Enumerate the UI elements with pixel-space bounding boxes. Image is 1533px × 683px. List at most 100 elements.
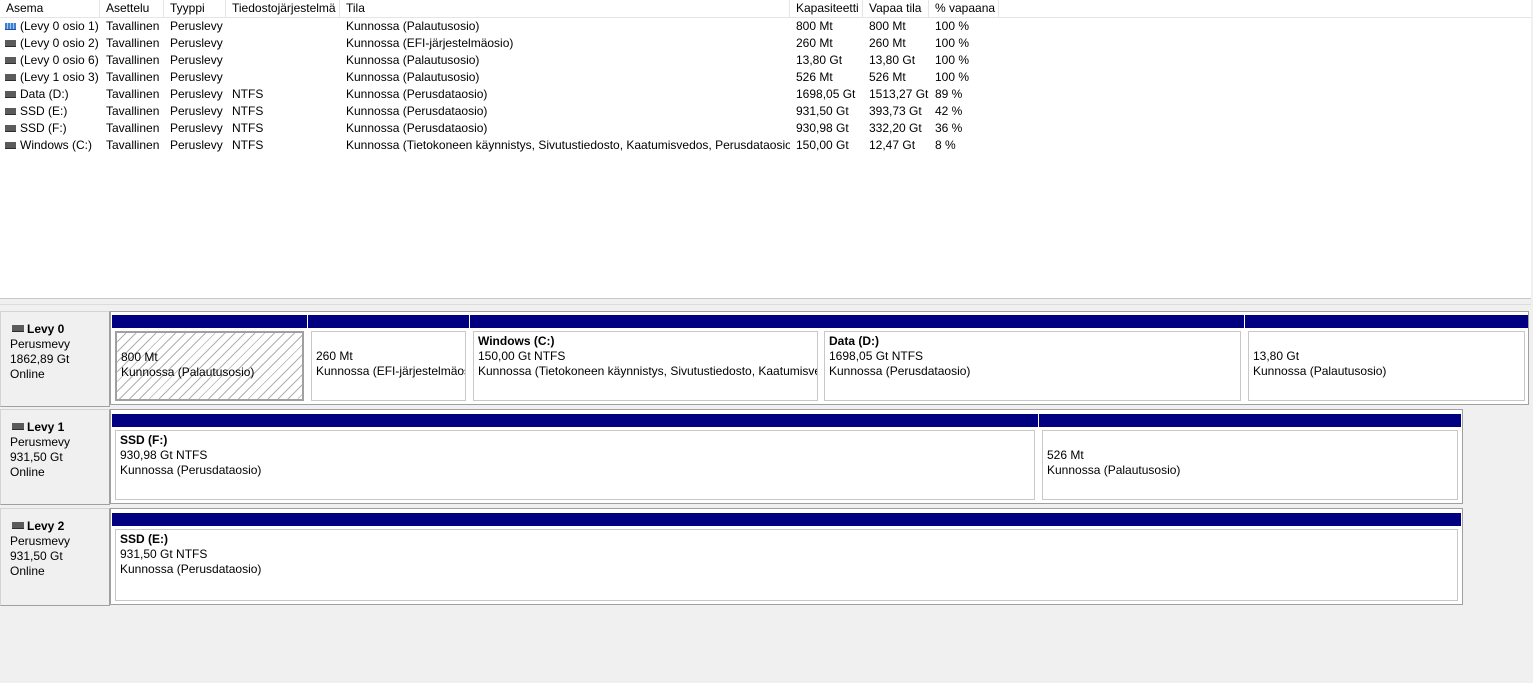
column-header-row: Asema Asettelu Tyyppi Tiedostojärjestelm…	[0, 0, 1531, 18]
partition-name	[316, 334, 465, 349]
partition-body: 800 Mt Kunnossa (Palautusosio)	[115, 331, 304, 401]
partition-ssd-f[interactable]: SSD (F:) 930,98 Gt NTFS Kunnossa (Perusd…	[112, 414, 1038, 502]
partition-status: Kunnossa (Perusdataosio)	[120, 463, 262, 477]
partition-header-bar	[112, 513, 1461, 526]
volume-type: Peruslevy	[170, 70, 223, 84]
volume-icon	[5, 108, 16, 115]
volume-row[interactable]: Windows (C:) Tavallinen Peruslevy NTFS Kunno…	[0, 137, 1000, 154]
partition-status: Kunnossa (Perusdataosio)	[120, 562, 262, 576]
partition-header-bar	[1039, 414, 1461, 427]
volume-filesystem	[232, 18, 340, 35]
column-header-volume[interactable]: Asema	[0, 0, 100, 17]
disk-1-label[interactable]: Levy 1 Perusmevy 931,50 Gt Online	[0, 409, 110, 505]
volume-layout: Tavallinen	[106, 36, 160, 50]
volume-free-space: 332,20 Gt	[869, 121, 922, 135]
volume-layout: Tavallinen	[106, 70, 160, 84]
volume-row[interactable]: Data (D:) Tavallinen Peruslevy NTFS Kunnossa…	[0, 86, 1000, 103]
volume-free-space: 526 Mt	[869, 70, 906, 84]
partition-data-d[interactable]: Data (D:) 1698,05 Gt NTFS Kunnossa (Peru…	[821, 315, 1244, 403]
volume-layout: Tavallinen	[106, 87, 160, 101]
volume-free-space: 12,47 Gt	[869, 138, 916, 152]
disk-2-label[interactable]: Levy 2 Perusmevy 931,50 Gt Online	[0, 508, 110, 606]
partition-size: 150,00 Gt NTFS	[478, 349, 566, 363]
volume-status: Kunnossa (Palautusosio)	[346, 53, 480, 67]
column-header-type[interactable]: Tyyppi	[164, 0, 226, 17]
volume-row[interactable]: SSD (E:) Tavallinen Peruslevy NTFS Kunnossa …	[0, 103, 1000, 120]
partition-disk0-6[interactable]: 13,80 Gt Kunnossa (Palautusosio)	[1245, 315, 1528, 403]
volume-filesystem	[232, 69, 340, 86]
volume-name: (Levy 0 osio 2)	[20, 36, 99, 50]
partition-disk0-1[interactable]: 800 Mt Kunnossa (Palautusosio)	[112, 315, 307, 403]
partition-header-bar	[308, 315, 469, 328]
volume-capacity: 931,50 Gt	[796, 104, 849, 118]
volume-layout: Tavallinen	[106, 138, 160, 152]
partition-body: 526 Mt Kunnossa (Palautusosio)	[1042, 430, 1458, 500]
volume-layout: Tavallinen	[106, 121, 160, 135]
partition-ssd-e[interactable]: SSD (E:) 931,50 Gt NTFS Kunnossa (Perusd…	[112, 513, 1461, 603]
volume-name: (Levy 0 osio 6)	[20, 53, 99, 67]
partition-body: 13,80 Gt Kunnossa (Palautusosio)	[1248, 331, 1525, 401]
partition-size: 1698,05 Gt NTFS	[829, 349, 924, 363]
volume-row[interactable]: (Levy 1 osio 3) Tavallinen Peruslevy Kunnos…	[0, 69, 1000, 86]
volume-row[interactable]: (Levy 0 osio 6) Tavallinen Peruslevy Kunnos…	[0, 52, 1000, 69]
partition-status: Kunnossa (Perusdataosio)	[829, 364, 971, 378]
partition-size: 930,98 Gt NTFS	[120, 448, 208, 462]
volume-status: Kunnossa (EFI-järjestelmäosio)	[346, 36, 514, 50]
partition-body: Windows (C:) 150,00 Gt NTFS Kunnossa (Ti…	[473, 331, 818, 401]
volume-filesystem: NTFS	[232, 121, 264, 135]
volume-capacity: 150,00 Gt	[796, 138, 849, 152]
volume-capacity: 800 Mt	[796, 19, 833, 33]
partition-windows-c[interactable]: Windows (C:) 150,00 Gt NTFS Kunnossa (Ti…	[470, 315, 821, 403]
volume-free-space: 1513,27 Gt	[869, 87, 929, 101]
partition-body: Data (D:) 1698,05 Gt NTFS Kunnossa (Peru…	[824, 331, 1241, 401]
column-header-layout[interactable]: Asettelu	[100, 0, 164, 17]
pane-splitter[interactable]	[0, 298, 1531, 305]
partition-body: SSD (E:) 931,50 Gt NTFS Kunnossa (Perusd…	[115, 529, 1458, 601]
volume-list[interactable]: Asema Asettelu Tyyppi Tiedostojärjestelm…	[0, 0, 1533, 298]
partition-name: SSD (F:)	[120, 433, 168, 447]
volume-percent-free: 36 %	[935, 121, 963, 135]
volume-icon	[5, 125, 16, 132]
volume-free-space: 800 Mt	[869, 19, 906, 33]
volume-row[interactable]: SSD (F:) Tavallinen Peruslevy NTFS Kunnossa …	[0, 120, 1000, 137]
volume-status: Kunnossa (Palautusosio)	[346, 70, 480, 84]
partition-header-bar	[1245, 315, 1528, 328]
column-header-free-space[interactable]: Vapaa tila	[863, 0, 929, 17]
partition-body: 260 Mt Kunnossa (EFI-järjestelmäos	[311, 331, 466, 401]
volume-name: (Levy 0 osio 1)	[20, 19, 99, 33]
column-header-capacity[interactable]: Kapasiteetti	[790, 0, 863, 17]
partition-disk1-3[interactable]: 526 Mt Kunnossa (Palautusosio)	[1039, 414, 1461, 502]
volume-name: Windows (C:)	[20, 138, 93, 152]
disk-2-partitions: SSD (E:) 931,50 Gt NTFS Kunnossa (Perusd…	[110, 508, 1463, 605]
recovery-volume-icon	[5, 23, 16, 30]
partition-name: SSD (E:)	[120, 532, 168, 546]
disk-type: Perusmevy	[10, 435, 71, 449]
volume-filesystem	[232, 35, 340, 52]
volume-filesystem	[232, 52, 340, 69]
column-header-percent-free[interactable]: % vapaana	[929, 0, 999, 17]
volume-filesystem: NTFS	[232, 87, 264, 101]
disk-title: Levy 2	[27, 519, 65, 533]
volume-layout: Tavallinen	[106, 19, 160, 33]
volume-capacity: 526 Mt	[796, 70, 833, 84]
partition-name	[121, 335, 302, 350]
disk-0-label[interactable]: Levy 0 Perusmevy 1862,89 Gt Online	[0, 311, 110, 407]
disk-0-partitions: 800 Mt Kunnossa (Palautusosio) 260 Mt Ku…	[110, 311, 1529, 405]
volume-free-space: 393,73 Gt	[869, 104, 922, 118]
partition-size: 13,80 Gt	[1253, 349, 1300, 363]
volume-row[interactable]: (Levy 0 osio 2) Tavallinen Peruslevy Kunnos…	[0, 35, 1000, 52]
volume-row[interactable]: (Levy 0 osio 1) Tavallinen Peruslevy Kunnos…	[0, 18, 1000, 35]
partition-name: Data (D:)	[829, 334, 879, 348]
disk-type: Perusmevy	[10, 337, 71, 351]
disk-state: Online	[10, 465, 45, 479]
volume-percent-free: 8 %	[935, 138, 956, 152]
column-header-filesystem[interactable]: Tiedostojärjestelmä	[226, 0, 340, 17]
partition-disk0-2[interactable]: 260 Mt Kunnossa (EFI-järjestelmäos	[308, 315, 469, 403]
volume-filesystem: NTFS	[232, 104, 264, 118]
disk-state: Online	[10, 367, 45, 381]
partition-status: Kunnossa (Palautusosio)	[121, 365, 255, 379]
volume-status: Kunnossa (Tietokoneen käynnistys, Sivutu…	[346, 138, 790, 152]
volume-percent-free: 100 %	[935, 19, 970, 33]
volume-type: Peruslevy	[170, 138, 223, 152]
column-header-status[interactable]: Tila	[340, 0, 790, 17]
